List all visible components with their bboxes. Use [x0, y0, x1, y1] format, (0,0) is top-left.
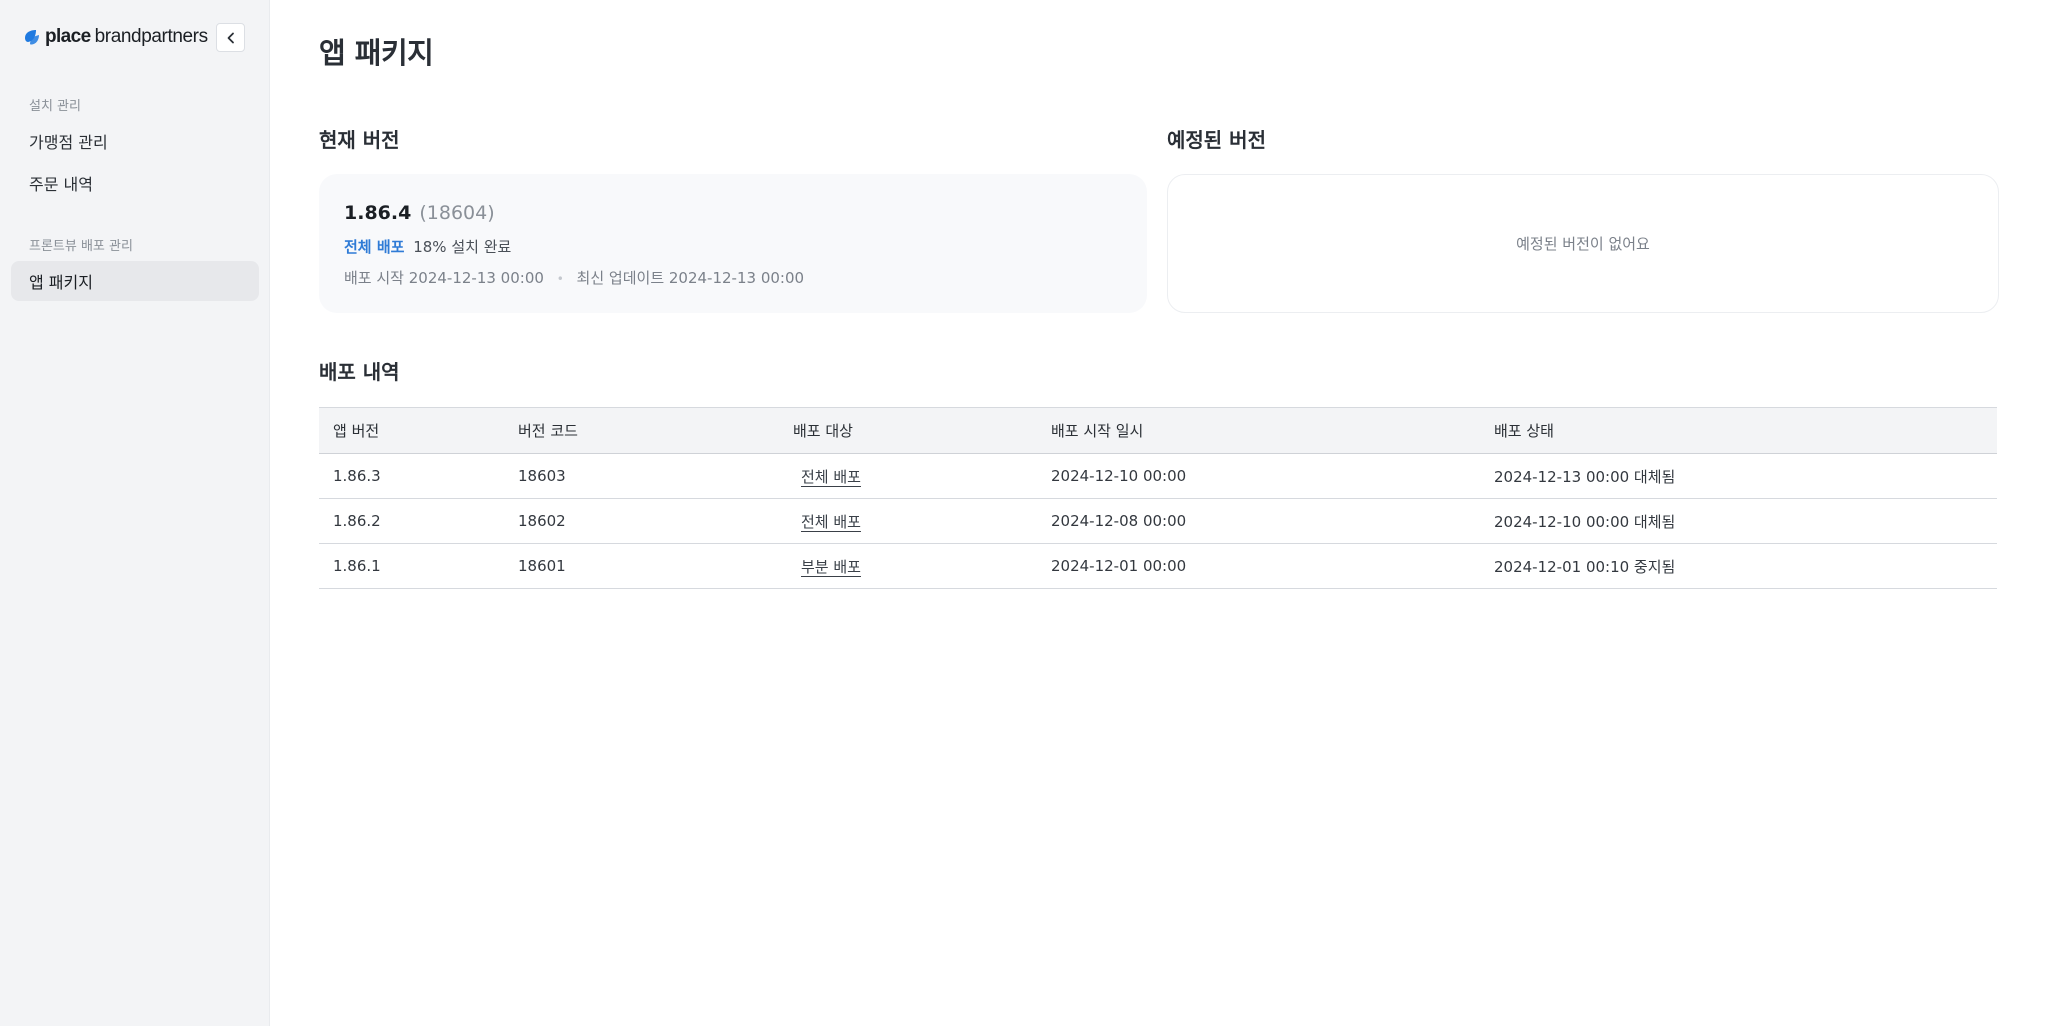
chevron-left-icon — [227, 32, 234, 43]
current-last-update: 최신 업데이트 2024-12-13 00:00 — [576, 269, 805, 287]
brand-name-bold: place — [45, 26, 91, 47]
current-meta-line: 배포 시작 2024-12-13 00:00 • 최신 업데이트 2024-12… — [344, 267, 804, 288]
table-row: 1.86.1 18601 부분 배포 2024-12-01 00:00 2024… — [319, 543, 1997, 589]
sidebar-collapse-button[interactable] — [216, 23, 245, 52]
cell-target: 부분 배포 — [779, 543, 1037, 589]
scheduled-empty-message: 예정된 버전이 없어요 — [1516, 235, 1650, 253]
current-version-code: (18604) — [419, 202, 495, 224]
column-header-target: 배포 대상 — [779, 407, 1037, 454]
dot-separator-icon: • — [556, 272, 564, 286]
cell-status: 2024-12-13 00:00 대체됨 — [1480, 453, 1997, 499]
cell-version: 1.86.1 — [319, 543, 504, 589]
sidebar-item-stores[interactable]: 가맹점 관리 — [11, 121, 259, 161]
scheduled-version-title: 예정된 버전 — [1167, 128, 1266, 152]
table-header-row: 앱 버전 버전 코드 배포 대상 배포 시작 일시 배포 상태 — [319, 407, 1997, 454]
sidebar-item-app-package[interactable]: 앱 패키지 — [11, 261, 259, 301]
cell-status: 2024-12-10 00:00 대체됨 — [1480, 498, 1997, 544]
cell-code: 18601 — [504, 543, 779, 589]
deploy-history-table: 앱 버전 버전 코드 배포 대상 배포 시작 일시 배포 상태 1.86.3 1… — [319, 407, 1997, 589]
table-row: 1.86.2 18602 전체 배포 2024-12-08 00:00 2024… — [319, 498, 1997, 544]
sidebar-item-label: 앱 패키지 — [29, 273, 93, 292]
deploy-target-link[interactable]: 부분 배포 — [801, 558, 861, 576]
main-content: 앱 패키지 현재 버전 예정된 버전 1.86.4 (18604) 전체 배포 … — [271, 0, 2048, 1026]
nav-group-frontview-deploy: 프론트뷰 배포 관리 — [29, 239, 133, 254]
current-deploy-start: 배포 시작 2024-12-13 00:00 — [344, 269, 544, 287]
cell-version: 1.86.2 — [319, 498, 504, 544]
cell-start: 2024-12-08 00:00 — [1037, 498, 1480, 544]
cell-code: 18603 — [504, 453, 779, 499]
scheduled-version-card: 예정된 버전이 없어요 — [1167, 174, 1999, 313]
current-version-card: 1.86.4 (18604) 전체 배포 18% 설치 완료 배포 시작 202… — [319, 174, 1147, 313]
column-header-code: 버전 코드 — [504, 407, 779, 454]
current-deploy-line: 전체 배포 18% 설치 완료 — [344, 236, 511, 257]
column-header-status: 배포 상태 — [1480, 407, 1997, 454]
sidebar-item-orders[interactable]: 주문 내역 — [11, 163, 259, 203]
nav-group-install: 설치 관리 — [29, 99, 81, 114]
sidebar: place brandpartners 설치 관리 가맹점 관리 주문 내역 프… — [0, 0, 270, 1026]
column-header-start: 배포 시작 일시 — [1037, 407, 1480, 454]
table-row: 1.86.3 18603 전체 배포 2024-12-10 00:00 2024… — [319, 453, 1997, 499]
brand-leaf-icon — [25, 30, 39, 45]
deploy-target-link[interactable]: 전체 배포 — [801, 468, 861, 486]
cell-start: 2024-12-10 00:00 — [1037, 453, 1480, 499]
current-deploy-status: 18% 설치 완료 — [413, 238, 512, 256]
app-root: place brandpartners 설치 관리 가맹점 관리 주문 내역 프… — [0, 0, 2048, 1026]
cell-start: 2024-12-01 00:00 — [1037, 543, 1480, 589]
column-header-version: 앱 버전 — [319, 407, 504, 454]
cell-status: 2024-12-01 00:10 중지됨 — [1480, 543, 1997, 589]
sidebar-item-label: 주문 내역 — [29, 175, 93, 194]
current-deploy-target: 전체 배포 — [344, 238, 405, 256]
page-title: 앱 패키지 — [319, 36, 434, 70]
deploy-target-link[interactable]: 전체 배포 — [801, 513, 861, 531]
current-version-number: 1.86.4 — [344, 202, 412, 224]
cell-code: 18602 — [504, 498, 779, 544]
current-version-title: 현재 버전 — [319, 128, 400, 152]
cell-version: 1.86.3 — [319, 453, 504, 499]
current-version-line: 1.86.4 (18604) — [344, 202, 495, 224]
sidebar-item-label: 가맹점 관리 — [29, 133, 108, 152]
cell-target: 전체 배포 — [779, 498, 1037, 544]
brand-logo[interactable]: place brandpartners — [22, 24, 208, 50]
deploy-history-title: 배포 내역 — [319, 360, 400, 384]
cell-target: 전체 배포 — [779, 453, 1037, 499]
brand-name-rest: brandpartners — [94, 26, 209, 47]
